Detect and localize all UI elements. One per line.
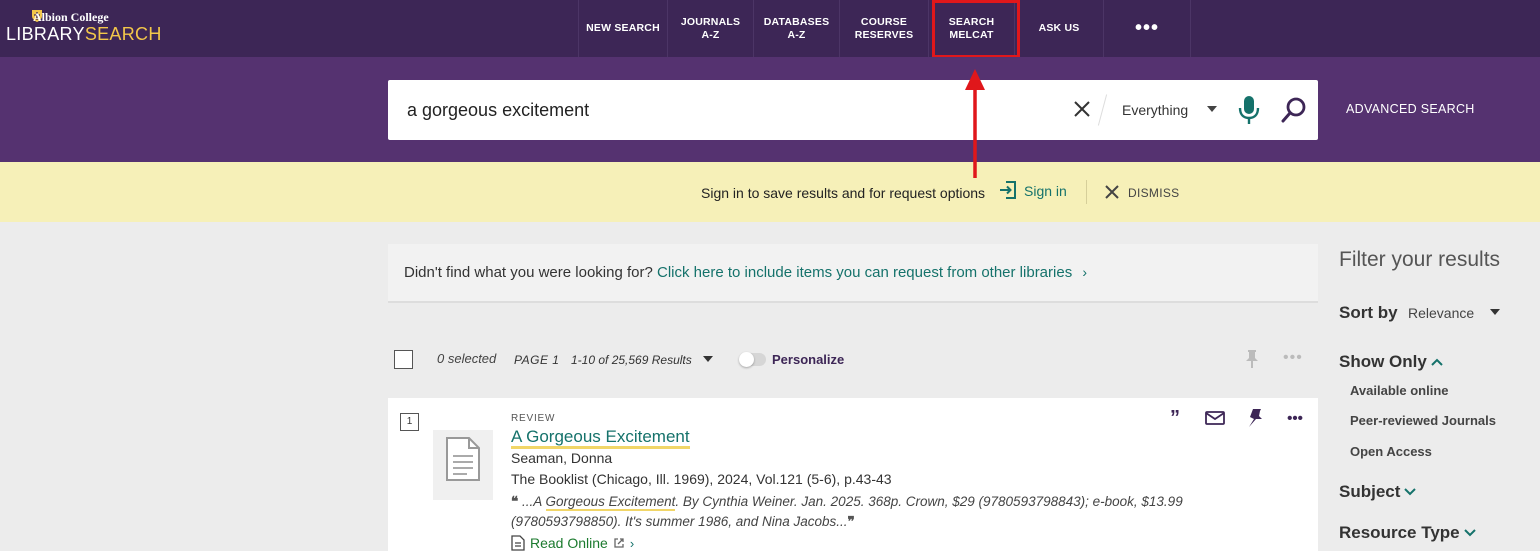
chevron-down-icon — [1463, 529, 1476, 537]
advanced-search-link[interactable]: ADVANCED SEARCH — [1346, 102, 1475, 116]
signin-banner: Sign in to save results and for request … — [0, 162, 1540, 222]
sort-by-select[interactable]: Relevance — [1408, 305, 1474, 321]
chevron-down-icon[interactable] — [1207, 106, 1217, 112]
search-icon[interactable] — [1281, 97, 1307, 123]
nav-more-button[interactable]: ••• — [1103, 0, 1191, 57]
email-icon[interactable] — [1204, 408, 1226, 428]
nav-databases-az[interactable]: DATABASES A-Z — [753, 0, 839, 57]
search-scope-select[interactable]: Everything — [1122, 102, 1188, 118]
results-more-icon[interactable]: ••• — [1283, 349, 1303, 367]
brand-wordmark: LIBRARYSEARCH — [6, 24, 162, 44]
filter-peer-reviewed[interactable]: Peer-reviewed Journals — [1350, 413, 1496, 428]
pin-icon[interactable] — [1244, 349, 1260, 369]
expand-results-banner: Didn't find what you were looking for? C… — [388, 244, 1318, 303]
personalize-toggle[interactable] — [739, 352, 766, 367]
annotation-arrow — [965, 69, 985, 178]
sign-in-link[interactable]: Sign in — [1024, 183, 1067, 199]
search-divider — [1097, 94, 1108, 126]
result-card: 1 REVIEW A Gorgeous Excitement Seaman, D… — [388, 398, 1318, 551]
main-nav: NEW SEARCH JOURNALS A-Z DATABASES A-Z CO… — [578, 0, 1191, 57]
quote-close-icon: ❞ — [847, 514, 855, 529]
subject-facet[interactable]: Subject — [1339, 482, 1417, 502]
resource-type-facet[interactable]: Resource Type — [1339, 523, 1476, 543]
results-count[interactable]: 1-10 of 25,569 Results — [571, 353, 692, 367]
document-icon — [446, 437, 480, 481]
nav-journals-az[interactable]: JOURNALS A-Z — [667, 0, 753, 57]
select-all-checkbox[interactable] — [394, 350, 413, 369]
result-snippet: ❝ ...A Gorgeous Excitement. By Cynthia W… — [511, 494, 1183, 529]
annotation-highlight-box — [932, 0, 1020, 58]
chevron-right-icon: › — [629, 535, 635, 551]
sign-in-icon[interactable] — [999, 181, 1017, 199]
chevron-down-icon[interactable] — [703, 356, 713, 362]
read-online-link[interactable]: Read Online › — [511, 535, 634, 551]
college-name: Albion College — [33, 10, 109, 24]
filter-panel-title: Filter your results — [1339, 248, 1501, 271]
filter-available-online[interactable]: Available online — [1350, 383, 1449, 398]
citation-icon[interactable]: ” — [1164, 407, 1186, 429]
chevron-up-icon — [1431, 358, 1443, 366]
top-navigation-bar: Albion College LIBRARYSEARCH NEW SEARCH … — [0, 0, 1540, 57]
search-input[interactable]: a gorgeous excitement — [407, 100, 589, 121]
close-icon[interactable] — [1104, 184, 1120, 200]
sort-by-label: Sort by — [1339, 303, 1398, 322]
selected-count: 0 selected — [437, 351, 497, 366]
dismiss-button[interactable]: DISMISS — [1128, 186, 1179, 200]
result-title-link[interactable]: A Gorgeous Excitement — [511, 427, 690, 449]
chevron-right-icon[interactable]: › — [1082, 264, 1087, 280]
nav-course-reserves[interactable]: COURSE RESERVES — [839, 0, 928, 57]
resource-type-label: REVIEW — [511, 413, 556, 424]
result-number: 1 — [400, 413, 419, 431]
result-source: The Booklist (Chicago, Ill. 1969), 2024,… — [511, 471, 892, 487]
more-actions-icon[interactable]: ••• — [1284, 408, 1306, 428]
filter-open-access[interactable]: Open Access — [1350, 444, 1432, 459]
include-other-libraries-link[interactable]: Click here to include items you can requ… — [657, 264, 1072, 281]
page-indicator: PAGE 1 — [514, 353, 560, 367]
external-link-icon — [614, 538, 624, 548]
pin-icon[interactable] — [1244, 408, 1266, 428]
clear-search-icon[interactable] — [1072, 99, 1092, 119]
chevron-down-icon[interactable] — [1490, 309, 1500, 315]
document-thumbnail[interactable] — [433, 430, 493, 500]
nav-ask-us[interactable]: ASK US — [1014, 0, 1103, 57]
didnt-find-text: Didn't find what you were looking for? — [404, 264, 653, 281]
personalize-label[interactable]: Personalize — [772, 352, 844, 367]
result-actions: ” ••• — [1164, 407, 1306, 429]
online-document-icon — [511, 535, 525, 551]
show-only-facet[interactable]: Show Only — [1339, 352, 1443, 372]
banner-divider — [1086, 180, 1087, 204]
quote-open-icon: ❝ — [511, 494, 519, 509]
nav-new-search[interactable]: NEW SEARCH — [578, 0, 667, 57]
signin-message: Sign in to save results and for request … — [701, 185, 986, 201]
microphone-icon[interactable] — [1238, 94, 1260, 126]
search-box: a gorgeous excitement Everything — [388, 80, 1318, 140]
chevron-down-icon — [1404, 488, 1417, 496]
result-author: Seaman, Donna — [511, 450, 613, 466]
